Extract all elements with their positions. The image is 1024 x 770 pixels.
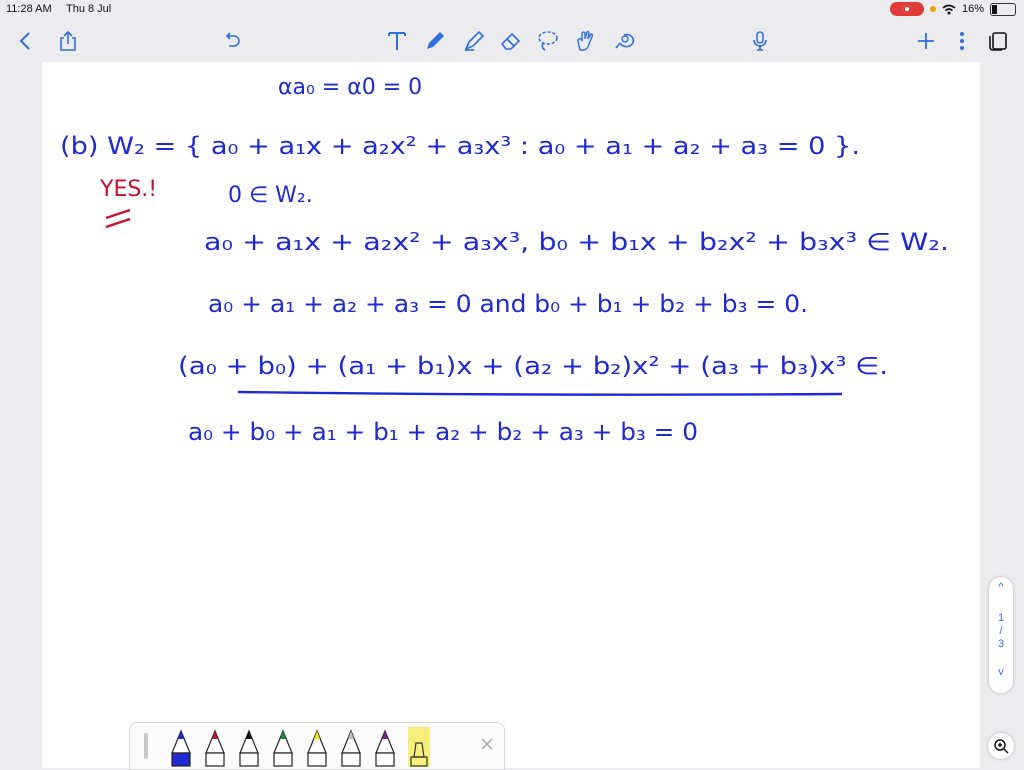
note-toolbar [0,20,1024,62]
page-navigator: ^ 1 / 3 v [989,577,1013,693]
close-tray-icon[interactable] [480,737,494,751]
pages-overview-icon[interactable] [985,28,1011,54]
handwriting-canvas: αa₀ = α0 = 0 (b) W₂ = { a₀ + a₁x + a₂x² … [60,75,949,446]
back-chevron-icon[interactable] [12,28,38,54]
battery-percent: 16% [961,3,984,15]
add-page-icon[interactable] [913,28,939,54]
zoom-in-icon [994,739,1009,754]
pen-green-icon[interactable] [270,727,296,767]
highlighter-tool-icon[interactable] [461,28,487,54]
wifi-icon [942,4,956,14]
note-line-3: a₀ + a₁x + a₂x² + a₃x³, b₀ + b₁x + b₂x² … [204,228,949,256]
note-line-5: (a₀ + b₀) + (a₁ + b₁)x + (a₂ + b₂)x² + (… [178,352,888,380]
note-line-4: a₀ + a₁ + a₂ + a₃ = 0 and b₀ + b₁ + b₂ +… [208,290,808,318]
pen-yellow-icon[interactable] [304,727,330,767]
note-page[interactable]: αa₀ = α0 = 0 (b) W₂ = { a₀ + a₁x + a₂x² … [42,62,980,768]
page-up-icon[interactable]: ^ [998,580,1003,594]
note-line-6: a₀ + b₀ + a₁ + b₁ + a₂ + b₂ + a₃ + b₃ = … [188,418,698,446]
note-line-1: (b) W₂ = { a₀ + a₁x + a₂x² + a₃x³ : a₀ +… [60,132,860,160]
yes-double-underline [105,208,131,229]
pen-red-icon[interactable] [202,727,228,767]
lasso-tool-icon[interactable] [535,28,561,54]
tray-handle[interactable] [144,733,148,759]
page-down-icon[interactable]: v [998,665,1004,679]
note-line-2: 0 ∈ W₂. [228,183,313,208]
text-tool-icon[interactable] [384,28,410,54]
sum-underline [237,390,843,396]
pen-blue-icon[interactable] [168,727,194,767]
status-bar: 11:28 AM Thu 8 Jul 16% [0,0,1024,20]
more-options-icon[interactable] [949,28,975,54]
status-time: 11:28 AM [6,3,52,15]
microphone-icon[interactable] [747,28,773,54]
pen-tray [129,722,505,770]
highlighter-yellow-icon[interactable] [406,727,432,767]
status-right: 16% [889,2,1016,16]
yes-mark: YES.! [99,177,157,202]
page-separator: / [999,625,1003,637]
image-tool-icon[interactable] [573,28,599,54]
zoom-button[interactable] [988,733,1014,759]
mic-indicator-icon [929,6,936,12]
status-date: Thu 8 Jul [66,3,112,15]
total-pages: 3 [997,638,1005,650]
undo-icon[interactable] [219,28,245,54]
pen-purple-icon[interactable] [372,727,398,767]
share-icon[interactable] [55,28,81,54]
note-line-0: αa₀ = α0 = 0 [278,75,422,100]
screen-record-icon [889,2,924,16]
eraser-tool-icon[interactable] [498,28,524,54]
battery-icon [990,2,1016,16]
pen-light-icon[interactable] [338,727,364,767]
pen-tool-icon[interactable] [422,28,448,54]
current-page: 1 [997,612,1005,624]
shapes-tool-icon[interactable] [610,28,636,54]
pen-black-icon[interactable] [236,727,262,767]
